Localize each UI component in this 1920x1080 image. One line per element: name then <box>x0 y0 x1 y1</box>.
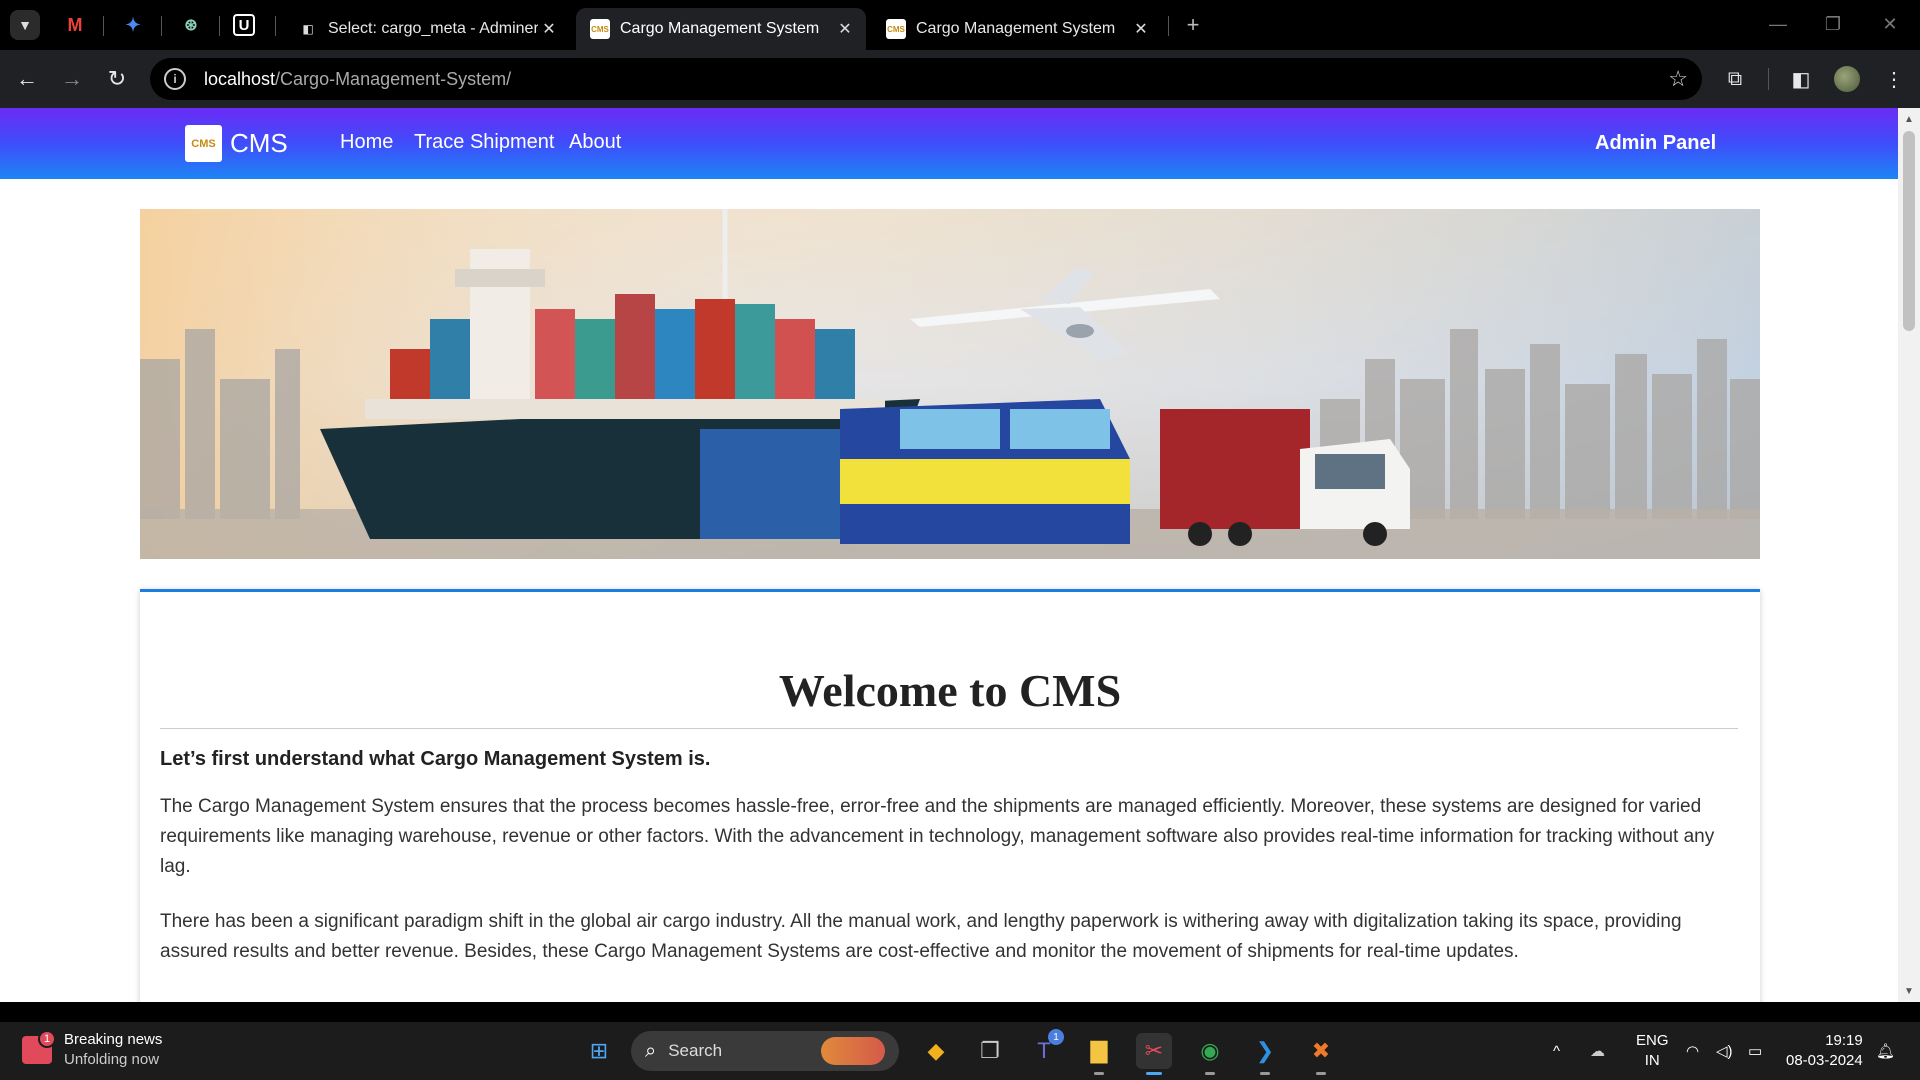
banner-illustration <box>140 209 1760 559</box>
adminer-favicon-icon: ◧ <box>302 22 314 36</box>
onedrive-cloud-icon[interactable]: ☁ <box>1590 1022 1605 1080</box>
tab-separator <box>161 16 162 36</box>
tab-title: Cargo Management System <box>620 20 820 37</box>
url-host: localhost <box>204 68 276 89</box>
tab-search-chevron-icon[interactable]: ▼ <box>10 10 40 40</box>
cms-favicon-icon: CMS <box>590 19 610 39</box>
url-text[interactable]: localhost/Cargo-Management-System/ <box>204 69 511 90</box>
show-hidden-icons-chevron-icon[interactable]: ^ <box>1553 1022 1560 1080</box>
nav-trace-shipment-link[interactable]: Trace Shipment <box>414 131 554 154</box>
copilot-icon[interactable]: ◆ <box>918 1033 954 1069</box>
page-title: Welcome to CMS <box>778 665 1122 716</box>
back-arrow-icon[interactable]: ← <box>11 63 43 95</box>
tab-adminer[interactable]: ◧ Select: cargo_meta - Adminer ✕ <box>284 8 570 50</box>
news-subtitle: Unfolding now <box>64 1051 160 1068</box>
news-badge: 1 <box>38 1030 56 1048</box>
browser-tab-strip: ▼ M ✦ ⊛ U ◧ Select: cargo_meta - Adminer… <box>0 0 1920 50</box>
notification-bell-icon[interactable]: 🔔︎ <box>1876 1022 1895 1080</box>
close-window-icon[interactable]: ✕ <box>1870 8 1910 40</box>
clock[interactable]: 19:19 08-03-2024 <box>1786 1022 1863 1080</box>
news-widget-icon: 1 <box>22 1030 56 1064</box>
industry-paragraph: There has been a significant paradigm sh… <box>160 911 1682 962</box>
search-icon: ⌕ <box>645 1039 657 1062</box>
section-subheading: Let’s first understand what Cargo Manage… <box>160 748 711 770</box>
intro-paragraph: The Cargo Management System ensures that… <box>160 796 1715 877</box>
tab-separator <box>103 16 104 36</box>
chrome-icon[interactable]: ◉ <box>1192 1033 1228 1075</box>
tab-separator <box>219 16 220 36</box>
url-path: /Cargo-Management-System/ <box>275 68 512 89</box>
clock-time: 19:19 <box>1825 1032 1863 1049</box>
lang-code: ENG <box>1636 1032 1669 1049</box>
nav-home-link[interactable]: Home <box>340 131 393 154</box>
admin-panel-link[interactable]: Admin Panel <box>1595 132 1716 155</box>
battery-icon[interactable]: ▭ <box>1748 1022 1762 1080</box>
clock-date: 08-03-2024 <box>1786 1052 1863 1069</box>
task-view-icon[interactable]: ❐ <box>972 1033 1008 1069</box>
windows-taskbar: 1 Breaking news Unfolding now ⊞ ⌕ Search… <box>0 1022 1920 1080</box>
site-info-icon[interactable]: i <box>164 68 186 90</box>
language-indicator[interactable]: ENG IN <box>1636 1022 1669 1080</box>
pinned-tab-icon[interactable]: U <box>233 14 255 36</box>
wifi-icon[interactable]: ◠ <box>1686 1022 1699 1080</box>
scroll-up-arrow-icon[interactable]: ▲ <box>1898 110 1920 128</box>
browser-toolbar: ← → ↻ i localhost/Cargo-Management-Syste… <box>0 50 1920 108</box>
teams-icon[interactable]: T 1 <box>1026 1029 1064 1069</box>
tab-cargo[interactable]: CMS Cargo Management System ✕ <box>872 8 1162 50</box>
file-explorer-icon[interactable]: ▇ <box>1081 1033 1117 1075</box>
side-panel-icon[interactable]: ◧ <box>1785 63 1817 95</box>
cms-logo: CMS <box>185 125 222 162</box>
extensions-puzzle-icon[interactable]: ⧉ <box>1719 63 1751 95</box>
nav-about-link[interactable]: About <box>569 131 621 154</box>
xampp-icon[interactable]: ✖ <box>1303 1033 1339 1075</box>
gmail-pinned-tab-icon[interactable]: M <box>61 11 89 39</box>
windows-start-icon[interactable]: ⊞ <box>581 1033 617 1069</box>
news-title: Breaking news <box>64 1031 163 1048</box>
site-navbar: CMS CMS Home Trace Shipment About Admin … <box>0 108 1898 179</box>
search-label: Search <box>668 1041 723 1060</box>
teams-badge: 1 <box>1048 1029 1064 1045</box>
address-bar[interactable]: i localhost/Cargo-Management-System/ ☆ <box>150 58 1702 100</box>
browser-menu-icon[interactable]: ⋮ <box>1878 63 1910 95</box>
forward-arrow-icon[interactable]: → <box>56 63 88 95</box>
welcome-card: Welcome to CMS Let’s first understand wh… <box>140 589 1760 1002</box>
restore-icon[interactable]: ❐ <box>1813 8 1853 40</box>
chatgpt-pinned-tab-icon[interactable]: ⊛ <box>177 11 205 39</box>
search-highlight-image <box>821 1037 885 1065</box>
minimize-icon[interactable]: — <box>1758 8 1798 40</box>
vscode-icon[interactable]: ❯ <box>1247 1033 1283 1075</box>
profile-avatar[interactable] <box>1834 66 1860 92</box>
site-brand[interactable]: CMS CMS <box>185 125 288 162</box>
volume-icon[interactable]: ◁) <box>1716 1022 1733 1080</box>
divider <box>160 728 1738 729</box>
scroll-down-arrow-icon[interactable]: ▼ <box>1898 982 1920 1000</box>
lang-region: IN <box>1644 1052 1660 1069</box>
close-tab-icon[interactable]: ✕ <box>538 18 560 40</box>
new-tab-icon[interactable]: + <box>1178 10 1208 40</box>
tab-title: Select: cargo_meta - Adminer <box>328 20 538 37</box>
vertical-scroll-thumb[interactable] <box>1903 131 1915 331</box>
banner-carousel-image: › <box>140 209 1760 559</box>
vertical-scrollbar[interactable]: ▲ ▼ <box>1898 108 1920 1002</box>
close-tab-icon[interactable]: ✕ <box>1130 18 1152 40</box>
tab-cargo-active[interactable]: CMS Cargo Management System ✕ <box>576 8 866 50</box>
tab-separator <box>1168 16 1169 36</box>
bookmark-star-icon[interactable]: ☆ <box>1668 66 1688 92</box>
tab-title: Cargo Management System <box>916 20 1116 37</box>
close-tab-icon[interactable]: ✕ <box>834 18 856 40</box>
brand-name: CMS <box>230 128 288 158</box>
cms-favicon-icon: CMS <box>886 19 906 39</box>
tab-separator <box>275 16 276 36</box>
gemini-pinned-tab-icon[interactable]: ✦ <box>119 11 147 39</box>
page-viewport: CMS CMS Home Trace Shipment About Admin … <box>0 108 1920 1002</box>
news-widget[interactable]: 1 Breaking news Unfolding now <box>22 1030 162 1070</box>
reload-icon[interactable]: ↻ <box>101 63 133 95</box>
toolbar-separator <box>1768 68 1769 90</box>
taskbar-search[interactable]: ⌕ Search <box>631 1031 899 1071</box>
snipping-tool-icon[interactable]: ✂ <box>1136 1033 1172 1075</box>
